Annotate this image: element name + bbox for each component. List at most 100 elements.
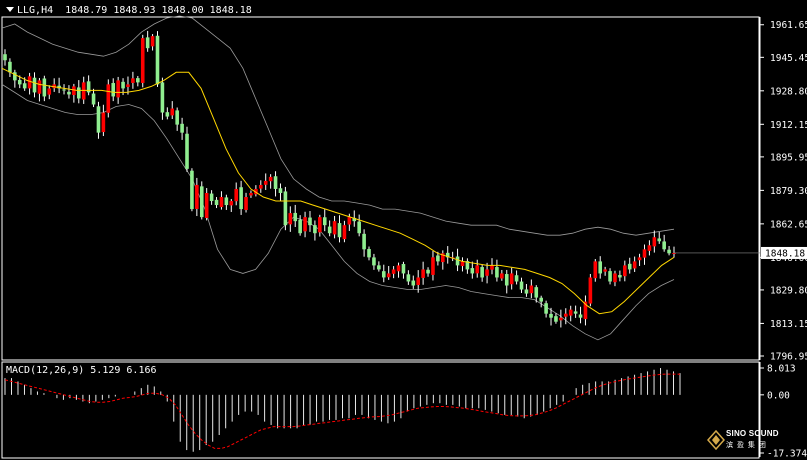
bear-candle [539,297,543,302]
bull-candle [475,265,480,274]
bull-candle [623,265,627,277]
bull-candle [47,88,52,95]
bull-candle [258,184,263,189]
bear-candle [22,83,27,89]
bear-candle [455,256,460,266]
bull-candle [637,257,642,261]
logo-diamond-icon [707,430,725,450]
bear-candle [42,78,47,97]
bull-candle [81,82,86,100]
bull-candle [632,261,637,269]
bull-candle [204,192,209,219]
bull-candle [268,176,273,182]
bull-candle [126,84,130,87]
bear-candle [136,78,140,83]
bull-candle [431,257,435,275]
bear-candle [283,191,288,226]
bear-candle [298,219,302,234]
bull-candle [386,273,391,278]
bear-candle [381,271,386,278]
bear-candle [313,225,317,234]
bull-candle [101,112,106,133]
bull-candle [229,201,234,206]
bear-candle [480,267,484,278]
bull-candle [509,273,514,285]
bear-candle [8,61,12,73]
bull-candle [396,265,401,272]
bear-candle [273,176,278,189]
bull-candle [529,285,534,294]
bear-candle [327,226,332,234]
bear-candle [549,313,553,318]
bull-candle [249,192,253,196]
bear-candle [91,93,96,105]
bull-candle [342,225,347,240]
price-tick-label: 1945.45 [770,53,807,64]
bear-candle [377,265,381,270]
bear-candle [436,255,440,262]
bear-candle [514,275,519,282]
bear-candle [96,106,101,133]
bear-candle [544,303,548,314]
bull-candle [27,76,32,89]
price-tick-label: 1961.65 [770,20,807,31]
price-tick-label: 1879.30 [770,186,807,197]
bear-candle [175,110,179,125]
bull-candle [263,180,268,185]
bull-candle [613,273,617,283]
bull-candle [170,108,175,116]
bear-candle [17,79,22,85]
bull-candle [603,269,607,272]
bear-candle [367,249,371,258]
sino-sound-logo: SINO SOUND 滨 盈 集 团 [707,427,778,457]
bear-candle [190,170,194,210]
price-tick-label: 1813.15 [770,319,807,330]
bull-candle [391,269,396,274]
bear-candle [411,280,416,286]
bull-candle [500,273,504,279]
bear-candle [3,54,7,61]
bull-candle [332,221,337,235]
bear-candle [372,257,376,266]
bear-candle [357,221,361,234]
bull-candle [244,197,248,211]
bear-candle [578,314,583,318]
price-tick-label: 1912.15 [770,120,807,131]
bear-candle [278,188,283,193]
bull-candle [116,80,120,98]
bear-candle [667,249,671,254]
chart-title[interactable]: LLG,H4 1848.79 1848.93 1848.00 1848.18 [6,5,252,16]
bear-candle [155,35,160,85]
bear-candle [209,193,214,202]
bull-candle [72,86,76,96]
bull-candle [421,269,425,278]
bear-candle [224,197,229,206]
price-tick-label: 1829.80 [770,285,807,296]
bear-candle [239,187,243,210]
bear-candle [62,89,66,91]
bull-candle [347,217,352,225]
bull-candle [140,38,145,83]
logo-name: SINO SOUND [726,429,779,438]
bear-candle [180,123,184,133]
bear-candle [554,316,558,322]
bear-candle [214,199,219,206]
bear-candle [337,223,342,238]
logo-subtitle: 滨 盈 集 团 [726,442,767,449]
bear-candle [362,233,366,250]
bull-candle [416,277,421,285]
macd-label: MACD(12,26,9) 5.129 6.166 [6,365,157,376]
bull-candle [490,265,494,270]
bear-candle [111,83,116,97]
ohlc-values: 1848.79 1848.93 1848.00 1848.18 [65,5,252,16]
dropdown-triangle-icon[interactable] [6,7,14,12]
bull-candle [219,197,224,208]
bear-candle [401,263,406,274]
bull-candle [588,277,593,304]
bull-candle [234,188,238,202]
bull-candle [642,249,647,258]
bull-candle [485,269,489,276]
price-tick-label: 1928.80 [770,86,807,97]
bear-candle [121,81,125,89]
bear-candle [618,275,622,278]
